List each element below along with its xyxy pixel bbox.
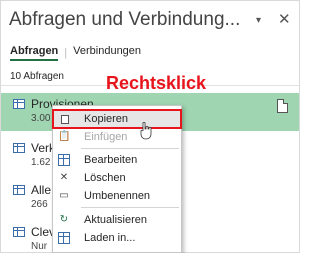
refresh-icon: ↻ bbox=[59, 214, 69, 225]
document-icon[interactable] bbox=[277, 99, 288, 113]
menu-item-label: Bearbeiten bbox=[84, 154, 138, 166]
menu-item-kopieren[interactable]: Kopieren bbox=[52, 109, 182, 129]
tab-verbindungen[interactable]: Verbindungen bbox=[73, 45, 141, 61]
delete-icon: ✕ bbox=[59, 172, 69, 183]
menu-separator bbox=[81, 148, 179, 149]
table-icon bbox=[13, 99, 25, 109]
query-info: Nur bbox=[31, 241, 48, 252]
load-icon bbox=[58, 232, 70, 244]
table-icon bbox=[13, 227, 25, 237]
table-icon bbox=[13, 185, 25, 195]
pane-close-icon[interactable]: ✕ bbox=[278, 10, 291, 28]
menu-separator bbox=[81, 207, 179, 208]
annotation-label: Rechtsklick bbox=[106, 73, 207, 93]
menu-item-label: Kopieren bbox=[84, 113, 129, 125]
pane-tabs: Abfragen | Verbindungen bbox=[10, 45, 141, 61]
menu-item-loeschen[interactable]: ✕ Löschen bbox=[53, 169, 181, 187]
mouse-pointer-icon bbox=[140, 122, 152, 140]
query-info: 1.62 bbox=[31, 157, 51, 168]
table-icon bbox=[13, 143, 25, 153]
menu-item-aktualisieren[interactable]: ↻ Aktualisieren bbox=[53, 211, 181, 229]
tab-separator: | bbox=[64, 47, 68, 59]
query-count-label: 10 Abfragen bbox=[10, 71, 64, 82]
tab-abfragen[interactable]: Abfragen bbox=[10, 45, 59, 61]
menu-item-label: Löschen bbox=[84, 172, 126, 184]
menu-item-label: Laden in... bbox=[84, 232, 136, 244]
query-info: 266 bbox=[31, 199, 48, 210]
pane-options-dropdown-icon[interactable]: ▾ bbox=[256, 15, 261, 26]
paste-icon: 📋 bbox=[58, 131, 71, 142]
edit-icon bbox=[58, 154, 70, 166]
menu-item-label: Einfügen bbox=[84, 131, 128, 143]
menu-item-laden-in[interactable]: Laden in... bbox=[53, 229, 181, 247]
query-info: 3.00 bbox=[31, 113, 51, 124]
pane-title: Abfragen und Verbindung... bbox=[9, 9, 241, 30]
copy-icon bbox=[58, 112, 69, 124]
menu-item-einfuegen[interactable]: 📋 Einfügen bbox=[53, 128, 181, 146]
query-name: Alle bbox=[31, 183, 52, 197]
rename-icon: ▭ bbox=[59, 190, 69, 201]
menu-item-label: Umbenennen bbox=[84, 190, 151, 202]
menu-item-bearbeiten[interactable]: Bearbeiten bbox=[53, 151, 181, 169]
menu-item-label: Aktualisieren bbox=[84, 214, 147, 226]
menu-item-umbenennen[interactable]: ▭ Umbenennen bbox=[53, 187, 181, 205]
context-menu: Kopieren 📋 Einfügen Bearbeiten ✕ Löschen… bbox=[52, 105, 182, 253]
